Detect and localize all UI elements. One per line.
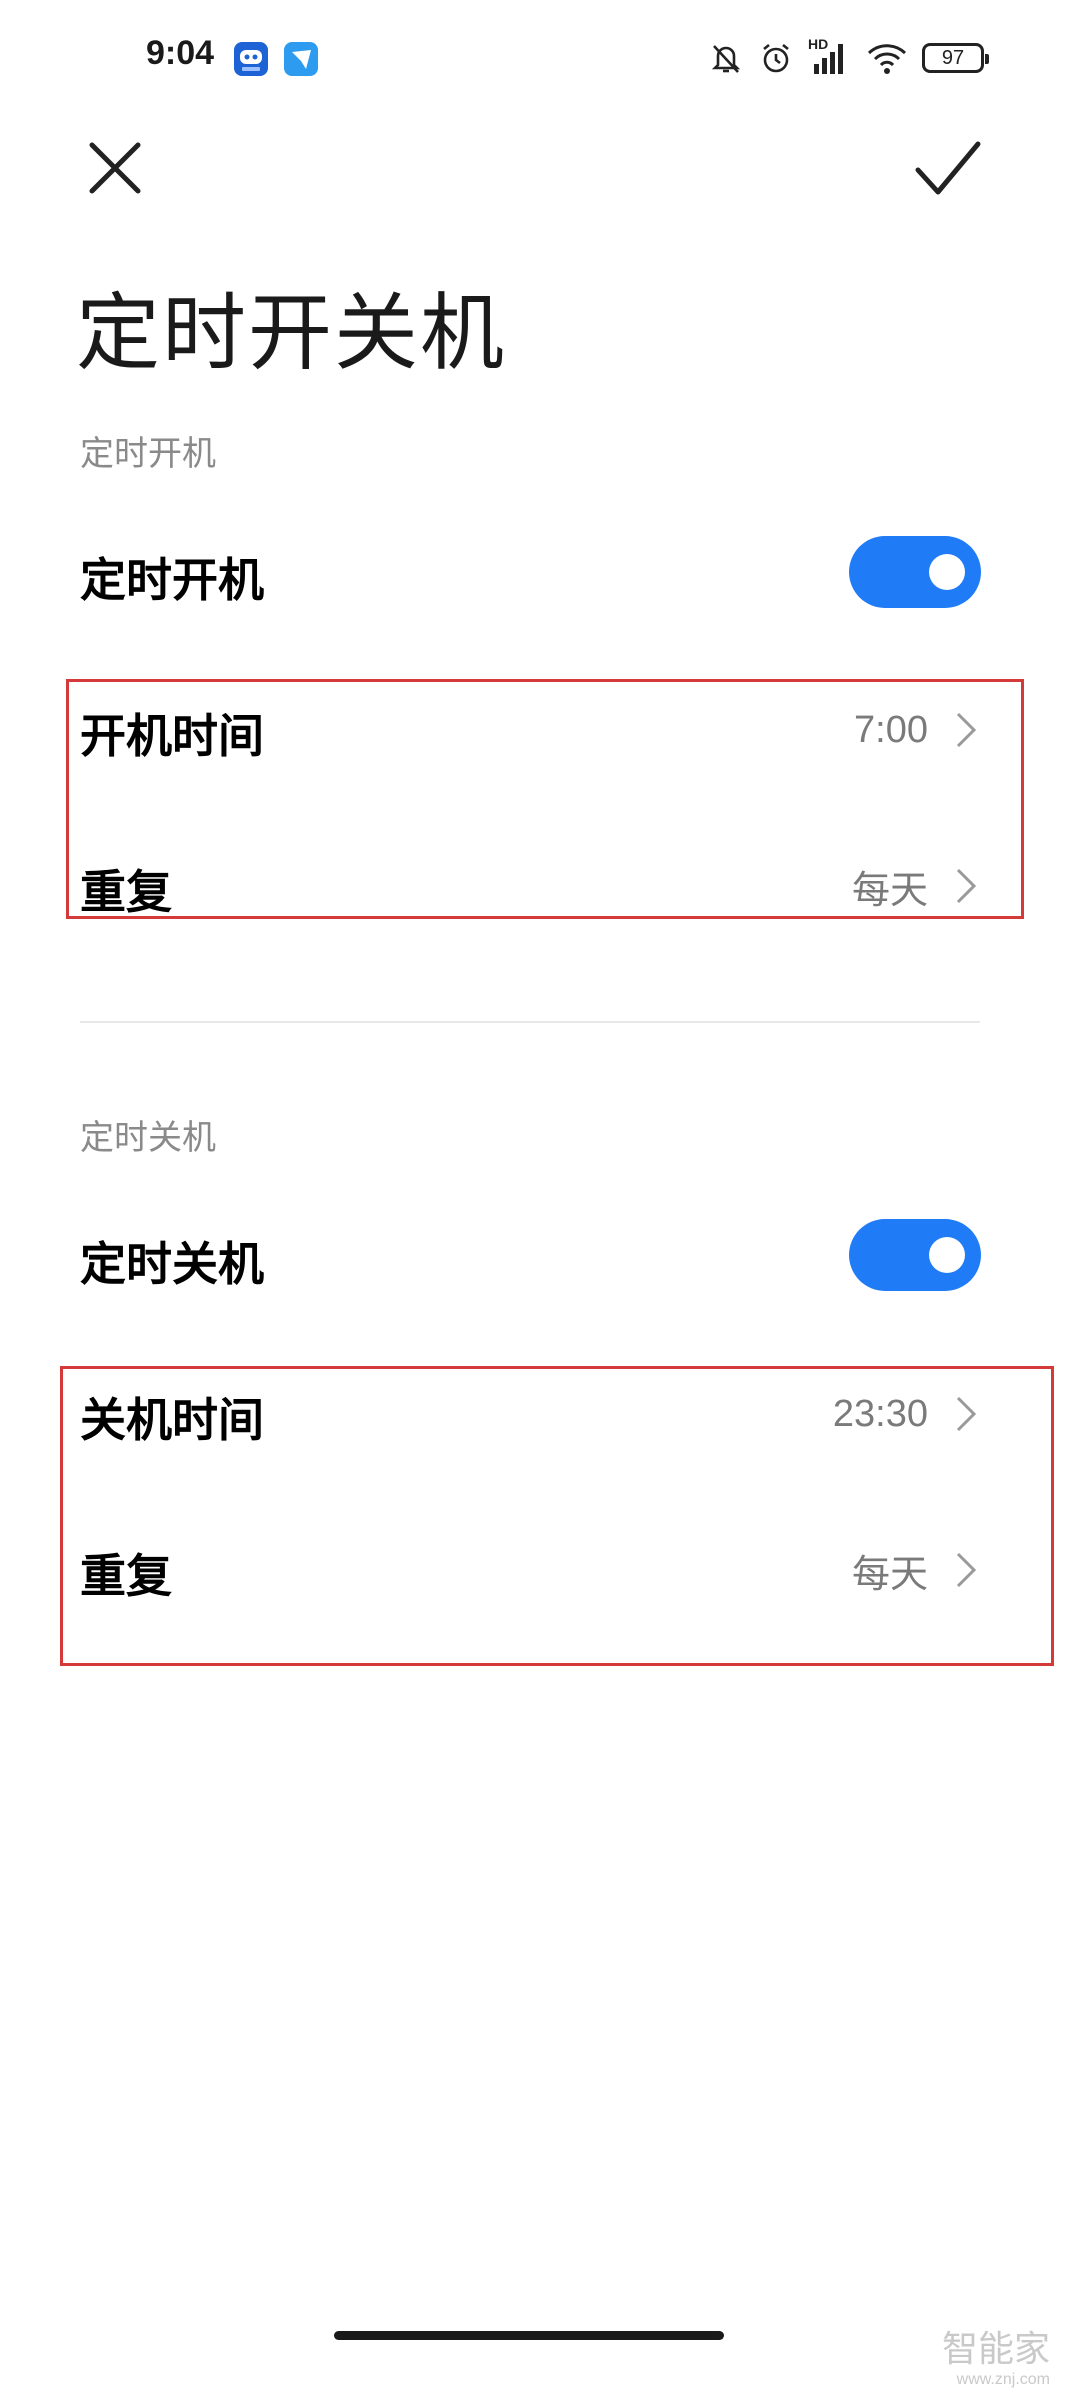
toggle-knob <box>929 554 965 590</box>
battery-icon: 97 <box>922 43 989 73</box>
close-button[interactable] <box>82 135 148 201</box>
power-on-time-value: 7:00 <box>854 708 928 751</box>
chevron-right-icon <box>956 868 977 904</box>
home-indicator[interactable] <box>334 2331 724 2340</box>
status-icons: HD 97 <box>708 36 989 78</box>
toggle-knob <box>929 1237 965 1273</box>
plane-app-icon <box>284 42 318 76</box>
power-off-time-value: 23:30 <box>832 1392 928 1435</box>
power-on-repeat-value: 每天 <box>851 867 928 912</box>
power-off-repeat-label: 重复 <box>80 1549 172 1603</box>
power-off-repeat-value: 每天 <box>851 1551 928 1596</box>
power-on-repeat-label: 重复 <box>80 865 172 919</box>
mute-bell-icon <box>711 45 741 73</box>
close-icon <box>89 142 141 194</box>
power-off-toggle[interactable] <box>849 1219 981 1291</box>
watermark-brand: 智能家 <box>941 2329 1050 2370</box>
wifi-icon <box>867 44 907 74</box>
hd-label: HD <box>808 36 829 52</box>
power-off-time-row[interactable]: 23:30 <box>700 1386 980 1442</box>
power-off-toggle-label: 定时关机 <box>80 1237 264 1291</box>
watermark-url: www.znj.com <box>956 2371 1050 2388</box>
check-icon <box>915 141 981 195</box>
power-off-repeat-row[interactable]: 每天 <box>700 1542 980 1598</box>
power-on-time-row[interactable]: 7:00 <box>700 702 980 758</box>
power-on-toggle[interactable] <box>849 536 981 608</box>
page-title: 定时开关机 <box>76 284 507 382</box>
battery-level: 97 <box>941 46 965 69</box>
section-divider <box>80 1021 980 1023</box>
section-label-power-on: 定时开机 <box>80 434 216 474</box>
section-label-power-off: 定时关机 <box>80 1118 216 1158</box>
power-off-time-label: 关机时间 <box>80 1393 264 1447</box>
power-on-repeat-row[interactable]: 每天 <box>700 858 980 914</box>
hd-signal-icon: HD <box>808 36 852 76</box>
robot-app-icon <box>234 42 268 76</box>
power-on-time-label: 开机时间 <box>80 709 264 763</box>
confirm-button[interactable] <box>910 136 986 202</box>
alarm-icon <box>763 43 789 73</box>
power-on-toggle-label: 定时开机 <box>80 553 264 607</box>
status-time: 9:04 <box>146 34 215 72</box>
chevron-right-icon <box>956 712 977 748</box>
watermark: 智能家 www.znj.com <box>942 2332 1050 2388</box>
chevron-right-icon <box>956 1396 977 1432</box>
chevron-right-icon <box>956 1552 977 1588</box>
